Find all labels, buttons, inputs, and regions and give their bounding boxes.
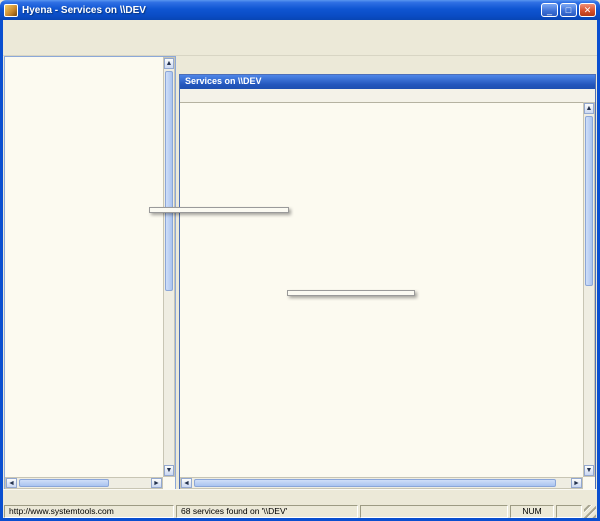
window-title: Hyena - Services on \\DEV [22, 5, 541, 16]
object-tree [5, 58, 163, 477]
status-end-panel [556, 505, 582, 518]
scroll-down-icon[interactable]: ▼ [164, 465, 174, 476]
scroll-up-icon[interactable]: ▲ [164, 58, 174, 69]
scroll-right-icon[interactable]: ► [571, 478, 582, 488]
list-horizontal-scrollbar[interactable]: ◄ ► [180, 477, 583, 489]
window-border-left [0, 18, 3, 521]
services-list-window: Services on \\DEV ▲ ▼ ◄ ► [179, 74, 596, 490]
object-tree-panel: ▲ ▼ ◄ ► [4, 56, 176, 490]
resize-grip[interactable] [584, 505, 596, 518]
client-area: ▲ ▼ ◄ ► Services on \\DEV ▲ ▼ [3, 55, 597, 490]
scroll-left-icon[interactable]: ◄ [6, 478, 17, 488]
title-bar: Hyena - Services on \\DEV _ □ ✕ [0, 0, 600, 20]
results-pane: Services on \\DEV ▲ ▼ ◄ ► [178, 55, 597, 490]
context-menu [149, 207, 289, 213]
menu-bar [3, 20, 597, 36]
hyena-window: Hyena - Services on \\DEV _ □ ✕ ▲ ▼ ◄ ► [0, 0, 600, 521]
status-bar: http://www.systemtools.com 68 services f… [3, 505, 597, 518]
status-result-count: 68 services found on '\\DEV' [176, 505, 358, 518]
tree-vscroll-thumb[interactable] [165, 71, 173, 291]
results-toolbar [178, 55, 597, 74]
status-num-lock: NUM [510, 505, 554, 518]
app-icon [4, 4, 18, 17]
new-submenu [287, 290, 415, 296]
tree-horizontal-scrollbar[interactable]: ◄ ► [5, 477, 163, 489]
main-toolbar [3, 35, 597, 56]
minimize-button[interactable]: _ [541, 3, 558, 17]
scroll-left-icon[interactable]: ◄ [181, 478, 192, 488]
scroll-right-icon[interactable]: ► [151, 478, 162, 488]
scroll-down-icon[interactable]: ▼ [584, 465, 594, 476]
list-vertical-scrollbar[interactable]: ▲ ▼ [583, 102, 595, 477]
status-filler [360, 505, 508, 518]
list-hscroll-thumb[interactable] [194, 479, 556, 487]
column-header-row [180, 89, 595, 103]
shortcut-toolbar [3, 489, 597, 505]
status-url[interactable]: http://www.systemtools.com [4, 505, 174, 518]
list-vscroll-thumb[interactable] [585, 116, 593, 286]
close-button[interactable]: ✕ [579, 3, 596, 17]
list-caption: Services on \\DEV [180, 75, 595, 89]
tree-hscroll-thumb[interactable] [19, 479, 109, 487]
scroll-up-icon[interactable]: ▲ [584, 103, 594, 114]
tree-vertical-scrollbar[interactable]: ▲ ▼ [163, 57, 175, 477]
maximize-button[interactable]: □ [560, 3, 577, 17]
